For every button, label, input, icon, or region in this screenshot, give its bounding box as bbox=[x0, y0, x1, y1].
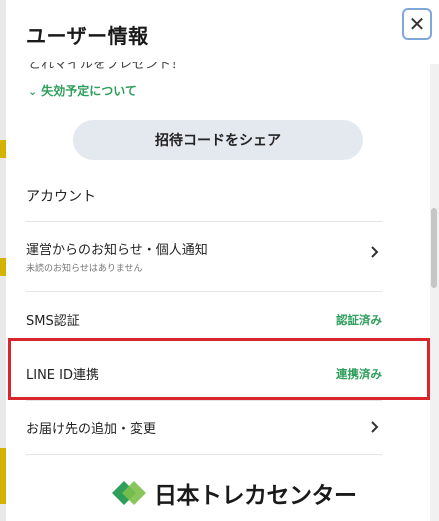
sms-auth-row: SMS認証 認証済み bbox=[26, 292, 382, 344]
delivery-address-row[interactable]: お届け先の追加・変更 bbox=[26, 401, 382, 453]
scrollbar[interactable] bbox=[430, 64, 439, 521]
chevron-right-icon bbox=[370, 244, 380, 263]
notifications-row[interactable]: 運営からのお知らせ・個人通知 未読のお知らせはありません bbox=[26, 222, 382, 290]
share-invite-code-button[interactable]: 招待コードをシェア bbox=[73, 120, 363, 160]
notifications-label: 運営からのお知らせ・個人通知 bbox=[26, 243, 208, 258]
account-section-title: アカウント bbox=[26, 189, 96, 205]
close-button[interactable]: ✕ bbox=[402, 8, 432, 40]
scrollbar-thumb[interactable] bbox=[431, 208, 437, 288]
logo-text: 日本トレカセンター bbox=[154, 483, 357, 509]
sms-auth-label: SMS認証 bbox=[26, 314, 80, 329]
panel-header: ユーザー情報 ✕ bbox=[6, 0, 432, 62]
expire-link-label: 失効予定について bbox=[41, 84, 137, 98]
chevron-down-icon: ⌄ bbox=[28, 85, 38, 98]
sms-auth-status: 認証済み bbox=[336, 313, 382, 327]
page-title: ユーザー情報 bbox=[26, 24, 149, 48]
invite-button-label: 招待コードをシェア bbox=[155, 133, 281, 149]
user-info-panel: とれマイルをプレゼント！ ⌄ 失効予定について 招待コードをシェア アカウント 運… bbox=[6, 0, 432, 521]
notifications-subtext: 未読のお知らせはありません bbox=[26, 264, 143, 274]
site-logo[interactable]: 日本トレカセンター bbox=[112, 476, 357, 510]
logo-mark-icon bbox=[112, 481, 146, 505]
chevron-right-icon bbox=[370, 419, 380, 438]
highlight-box bbox=[8, 338, 430, 400]
expire-info-link[interactable]: ⌄ 失効予定について bbox=[28, 82, 137, 99]
divider bbox=[26, 454, 382, 455]
close-icon: ✕ bbox=[408, 12, 426, 36]
delivery-address-label: お届け先の追加・変更 bbox=[26, 422, 157, 437]
